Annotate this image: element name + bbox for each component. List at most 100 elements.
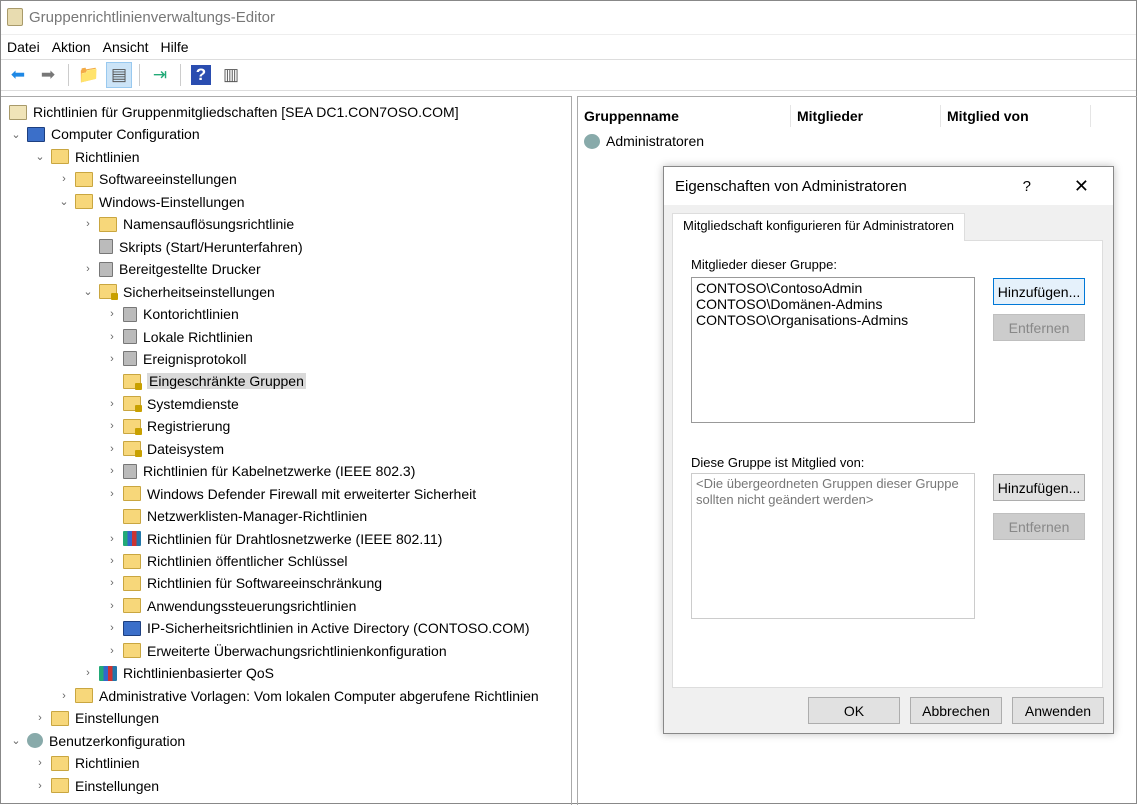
add-memberof-button[interactable]: Hinzufügen... — [993, 474, 1085, 501]
tree-item-label: Registrierung — [147, 418, 231, 435]
chevron-down-icon[interactable]: ⌄ — [57, 195, 71, 208]
tree-item[interactable]: › Bereitgestellte Drucker — [81, 258, 260, 280]
chevron-right-icon[interactable]: › — [105, 331, 119, 343]
chevron-right-icon[interactable]: › — [105, 488, 119, 500]
member-item[interactable]: CONTOSO\Organisations-Admins — [696, 312, 970, 328]
tree-item[interactable]: ⌄ Benutzerkonfiguration — [9, 730, 185, 752]
action-pane-button[interactable]: ▥ — [218, 62, 244, 88]
tree-item[interactable]: › Softwareeinstellungen — [57, 168, 237, 190]
tree-item[interactable]: › Lokale Richtlinien — [105, 326, 253, 348]
apply-button[interactable]: Anwenden — [1012, 697, 1104, 724]
tree-item[interactable]: › IP-Sicherheitsrichtlinien in Active Dir… — [105, 617, 529, 639]
help-button[interactable]: ? — [1023, 178, 1031, 195]
chevron-right-icon[interactable]: › — [57, 173, 71, 185]
tree-item[interactable]: › Registrierung — [105, 415, 230, 437]
forward-arrow-button[interactable]: ➡ — [35, 62, 61, 88]
memberof-listbox[interactable]: <Die übergeordneten Gruppen dieser Grupp… — [691, 473, 975, 619]
menu-ansicht[interactable]: Ansicht — [97, 39, 155, 55]
chevron-right-icon[interactable]: › — [105, 398, 119, 410]
tree-item[interactable]: › Richtlinienbasierter QoS — [81, 662, 274, 684]
chevron-right-icon[interactable]: › — [105, 600, 119, 612]
chevron-right-icon[interactable]: › — [105, 555, 119, 567]
tree-item[interactable]: › Dateisystem — [105, 438, 224, 460]
ok-button[interactable]: OK — [808, 697, 900, 724]
chevron-right-icon[interactable]: › — [81, 667, 95, 679]
chevron-down-icon[interactable]: ⌄ — [33, 150, 47, 163]
menu-datei[interactable]: Datei — [1, 39, 46, 55]
chevron-right-icon[interactable]: › — [81, 263, 95, 275]
chevron-down-icon[interactable]: ⌄ — [81, 285, 95, 298]
chevron-right-icon[interactable]: › — [105, 645, 119, 657]
tree-item[interactable]: Netzwerklisten-Manager-Richtlinien — [105, 505, 367, 527]
tree-item[interactable]: › Einstellungen — [33, 707, 159, 729]
user-icon — [27, 733, 43, 749]
chevron-right-icon[interactable]: › — [105, 420, 119, 432]
chevron-right-icon[interactable]: › — [105, 577, 119, 589]
remove-member-button[interactable]: Entfernen — [993, 314, 1085, 341]
tree-item[interactable]: › Richtlinien für Softwareeinschränkung — [105, 572, 382, 594]
tree-item[interactable]: › Erweiterte Überwachungsrichtlinienkonfi… — [105, 640, 446, 662]
gpo-editor-icon — [7, 8, 23, 26]
tree-item[interactable]: › Richtlinien — [33, 752, 139, 774]
tree-item[interactable]: › Richtlinien für Drahtlosnetzwerke (IEEE… — [105, 528, 442, 550]
chevron-right-icon[interactable]: › — [105, 533, 119, 545]
chevron-right-icon[interactable]: › — [105, 308, 119, 320]
chevron-right-icon[interactable]: › — [33, 757, 47, 769]
tree-item-label: Windows Defender Firewall mit erweiterte… — [147, 485, 477, 502]
security-folder-icon — [123, 441, 142, 458]
tree-item[interactable]: › Kontorichtlinien — [105, 303, 239, 325]
export-list-button[interactable]: ⇥ — [147, 62, 173, 88]
tab-membership[interactable]: Mitgliedschaft konfigurieren für Adminis… — [672, 213, 965, 241]
column-gruppenname[interactable]: Gruppenname — [578, 105, 791, 127]
tree-item-label: Ereignisprotokoll — [143, 350, 247, 367]
list-item[interactable]: Administratoren — [584, 130, 704, 152]
tree-item[interactable]: Skripts (Start/Herunterfahren) — [81, 236, 303, 258]
tree-item-label: Einstellungen — [75, 777, 160, 794]
menu-hilfe[interactable]: Hilfe — [155, 39, 195, 55]
tree-item[interactable]: › Richtlinien öffentlicher Schlüssel — [105, 550, 347, 572]
tree-item-label: Einstellungen — [75, 710, 160, 727]
remove-memberof-button[interactable]: Entfernen — [993, 513, 1085, 540]
menu-aktion[interactable]: Aktion — [46, 39, 97, 55]
member-item[interactable]: CONTOSO\Domänen-Admins — [696, 296, 970, 312]
up-folder-button[interactable]: 📁 — [76, 62, 102, 88]
chevron-right-icon[interactable]: › — [105, 443, 119, 455]
chevron-right-icon[interactable]: › — [33, 712, 47, 724]
properties-dialog: Eigenschaften von Administratoren? ✕ Mitg… — [663, 166, 1114, 734]
tree-item[interactable]: › Anwendungssteuerungsrichtlinien — [105, 595, 356, 617]
tree-item[interactable]: › Richtlinien für Kabelnetzwerke (IEEE 80… — [105, 460, 415, 482]
tree-item[interactable]: ⌄ Windows-Einstellungen — [57, 191, 244, 213]
tree-item[interactable]: › Administrative Vorlagen: Vom lokalen Co… — [57, 685, 539, 707]
member-item[interactable]: CONTOSO\ContosoAdmin — [696, 280, 970, 296]
tree-item[interactable]: ⌄ Sicherheitseinstellungen — [81, 281, 275, 303]
tree-item[interactable]: › Einstellungen — [33, 775, 159, 797]
tree-item[interactable]: › Namensauflösungsrichtlinie — [81, 213, 294, 235]
help-button[interactable]: ? — [188, 62, 214, 88]
chevron-down-icon[interactable]: ⌄ — [9, 734, 23, 747]
folder-icon — [123, 575, 141, 591]
tree-item[interactable]: Eingeschränkte Gruppen — [105, 370, 306, 392]
chevron-right-icon[interactable]: › — [105, 622, 119, 634]
tree-item[interactable]: › Windows Defender Firewall mit erweitert… — [105, 483, 476, 505]
chevron-right-icon[interactable]: › — [57, 690, 71, 702]
tree-item[interactable]: › Systemdienste — [105, 393, 239, 415]
tree-item[interactable]: Richtlinien für Gruppenmitgliedschaften … — [5, 101, 459, 123]
tree-item[interactable]: › Ereignisprotokoll — [105, 348, 247, 370]
chevron-right-icon[interactable]: › — [33, 780, 47, 792]
chevron-right-icon[interactable]: › — [105, 353, 119, 365]
tree-item[interactable]: ⌄ Computer Configuration — [9, 123, 199, 145]
chevron-right-icon[interactable]: › — [81, 218, 95, 230]
add-member-button[interactable]: Hinzufügen... — [993, 278, 1085, 305]
folder-icon — [51, 755, 69, 771]
column-mitglieder[interactable]: Mitglieder — [791, 105, 941, 127]
column-mitglied-von[interactable]: Mitglied von — [941, 105, 1091, 127]
export-list-icon: ⇥ — [152, 65, 168, 84]
chevron-right-icon[interactable]: › — [105, 465, 119, 477]
tree-item[interactable]: ⌄ Richtlinien — [33, 146, 139, 168]
chevron-down-icon[interactable]: ⌄ — [9, 128, 23, 141]
cancel-button[interactable]: Abbrechen — [910, 697, 1002, 724]
members-listbox[interactable]: CONTOSO\ContosoAdmin CONTOSO\Domänen-Adm… — [691, 277, 975, 423]
close-button[interactable]: ✕ — [1074, 176, 1089, 197]
show-hide-tree-button[interactable]: ▤ — [106, 62, 132, 88]
back-arrow-button[interactable]: ⬅ — [5, 62, 31, 88]
